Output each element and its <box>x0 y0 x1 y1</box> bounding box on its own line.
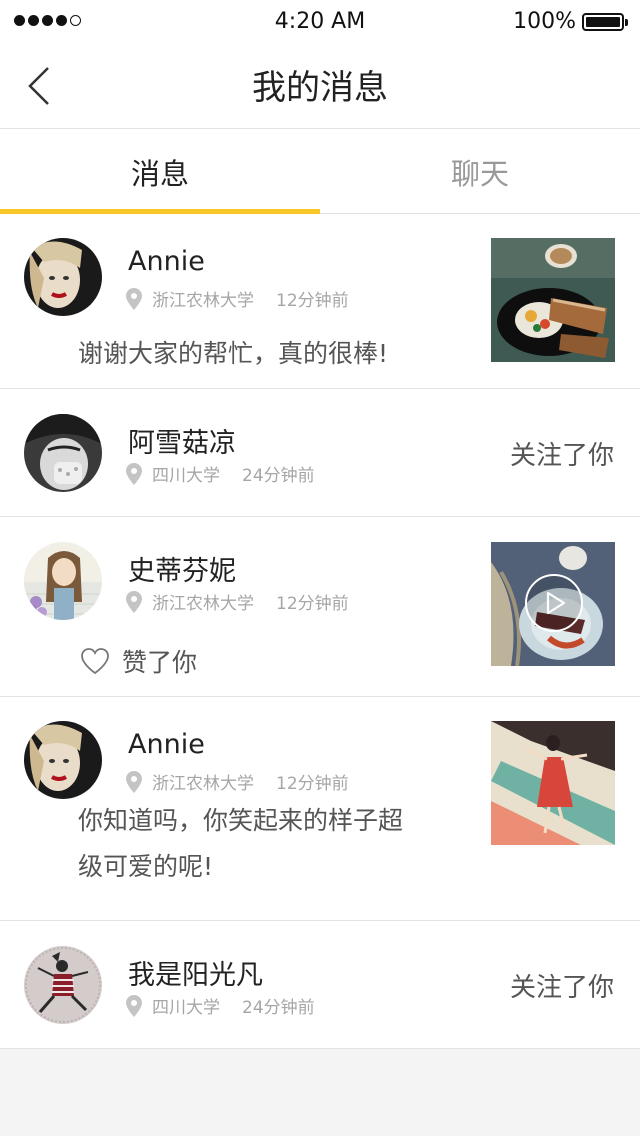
avatar[interactable] <box>24 414 102 492</box>
time-label: 24分钟前 <box>242 998 315 1018</box>
battery-percentage: 100% <box>513 9 576 34</box>
location-pin-icon <box>126 287 142 310</box>
location-label: 浙江农林大学 <box>152 291 254 311</box>
location-label: 浙江农林大学 <box>152 774 254 794</box>
time-label: 24分钟前 <box>242 466 315 486</box>
avatar[interactable] <box>24 946 102 1024</box>
location-label: 四川大学 <box>152 466 220 486</box>
time-label: 12分钟前 <box>276 291 349 311</box>
tab-chat[interactable]: 聊天 <box>320 129 640 213</box>
message-meta: 浙江农林大学 12分钟前 <box>126 589 349 614</box>
avatar[interactable] <box>24 238 102 316</box>
like-label: 赞了你 <box>122 648 198 677</box>
message-text-line-2: 级可爱的呢! <box>78 852 214 881</box>
message-meta: 浙江农林大学 12分钟前 <box>126 769 349 794</box>
battery-icon <box>582 13 628 31</box>
message-item[interactable]: 阿雪菇凉 四川大学 24分钟前 关注了你 <box>0 389 640 517</box>
message-item[interactable]: Annie 浙江农林大学 12分钟前 谢谢大家的帮忙，真的很棒! <box>0 214 640 389</box>
sender-name: 我是阳光凡 <box>128 960 263 991</box>
video-thumbnail[interactable] <box>491 542 615 666</box>
message-meta: 浙江农林大学 12分钟前 <box>126 286 349 311</box>
message-meta: 四川大学 24分钟前 <box>126 993 315 1018</box>
like-notice: 赞了你 <box>80 643 197 679</box>
time-label: 12分钟前 <box>276 774 349 794</box>
location-pin-icon <box>126 994 142 1017</box>
message-text-line-1: 你知道吗，你笑起来的样子超 <box>78 806 404 835</box>
location-pin-icon <box>126 770 142 793</box>
message-item[interactable]: Annie 浙江农林大学 12分钟前 你知道吗，你笑起来的样子超 级可爱的呢! <box>0 697 640 921</box>
location-pin-icon <box>126 462 142 485</box>
post-thumbnail[interactable] <box>491 238 615 362</box>
tab-bar: 消息 聊天 <box>0 129 640 214</box>
page-title: 我的消息 <box>252 68 388 108</box>
time-label: 12分钟前 <box>276 594 349 614</box>
location-label: 浙江农林大学 <box>152 594 254 614</box>
message-item[interactable]: 我是阳光凡 四川大学 24分钟前 关注了你 <box>0 921 640 1049</box>
follow-notice: 关注了你 <box>509 973 614 1003</box>
avatar[interactable] <box>24 542 102 620</box>
tab-messages[interactable]: 消息 <box>0 129 320 213</box>
location-pin-icon <box>126 590 142 613</box>
follow-notice: 关注了你 <box>509 441 614 471</box>
message-meta: 四川大学 24分钟前 <box>126 461 315 486</box>
sender-name: Annie <box>128 246 205 277</box>
message-item[interactable]: 史蒂芬妮 浙江农林大学 12分钟前 赞了你 <box>0 517 640 697</box>
nav-bar: 我的消息 <box>0 44 640 129</box>
sender-name: 阿雪菇凉 <box>128 428 236 459</box>
location-label: 四川大学 <box>152 998 220 1018</box>
sender-name: 史蒂芬妮 <box>128 556 236 587</box>
avatar[interactable] <box>24 721 102 799</box>
message-text: 谢谢大家的帮忙，真的很棒! <box>78 339 389 368</box>
status-bar: 4:20 AM 100% <box>0 0 640 44</box>
message-list: Annie 浙江农林大学 12分钟前 谢谢大家的帮忙，真的很棒! 阿雪菇凉 四川… <box>0 214 640 1049</box>
play-icon[interactable] <box>524 573 584 633</box>
sender-name: Annie <box>128 729 205 760</box>
post-thumbnail[interactable] <box>491 721 615 845</box>
heart-icon <box>81 648 109 675</box>
